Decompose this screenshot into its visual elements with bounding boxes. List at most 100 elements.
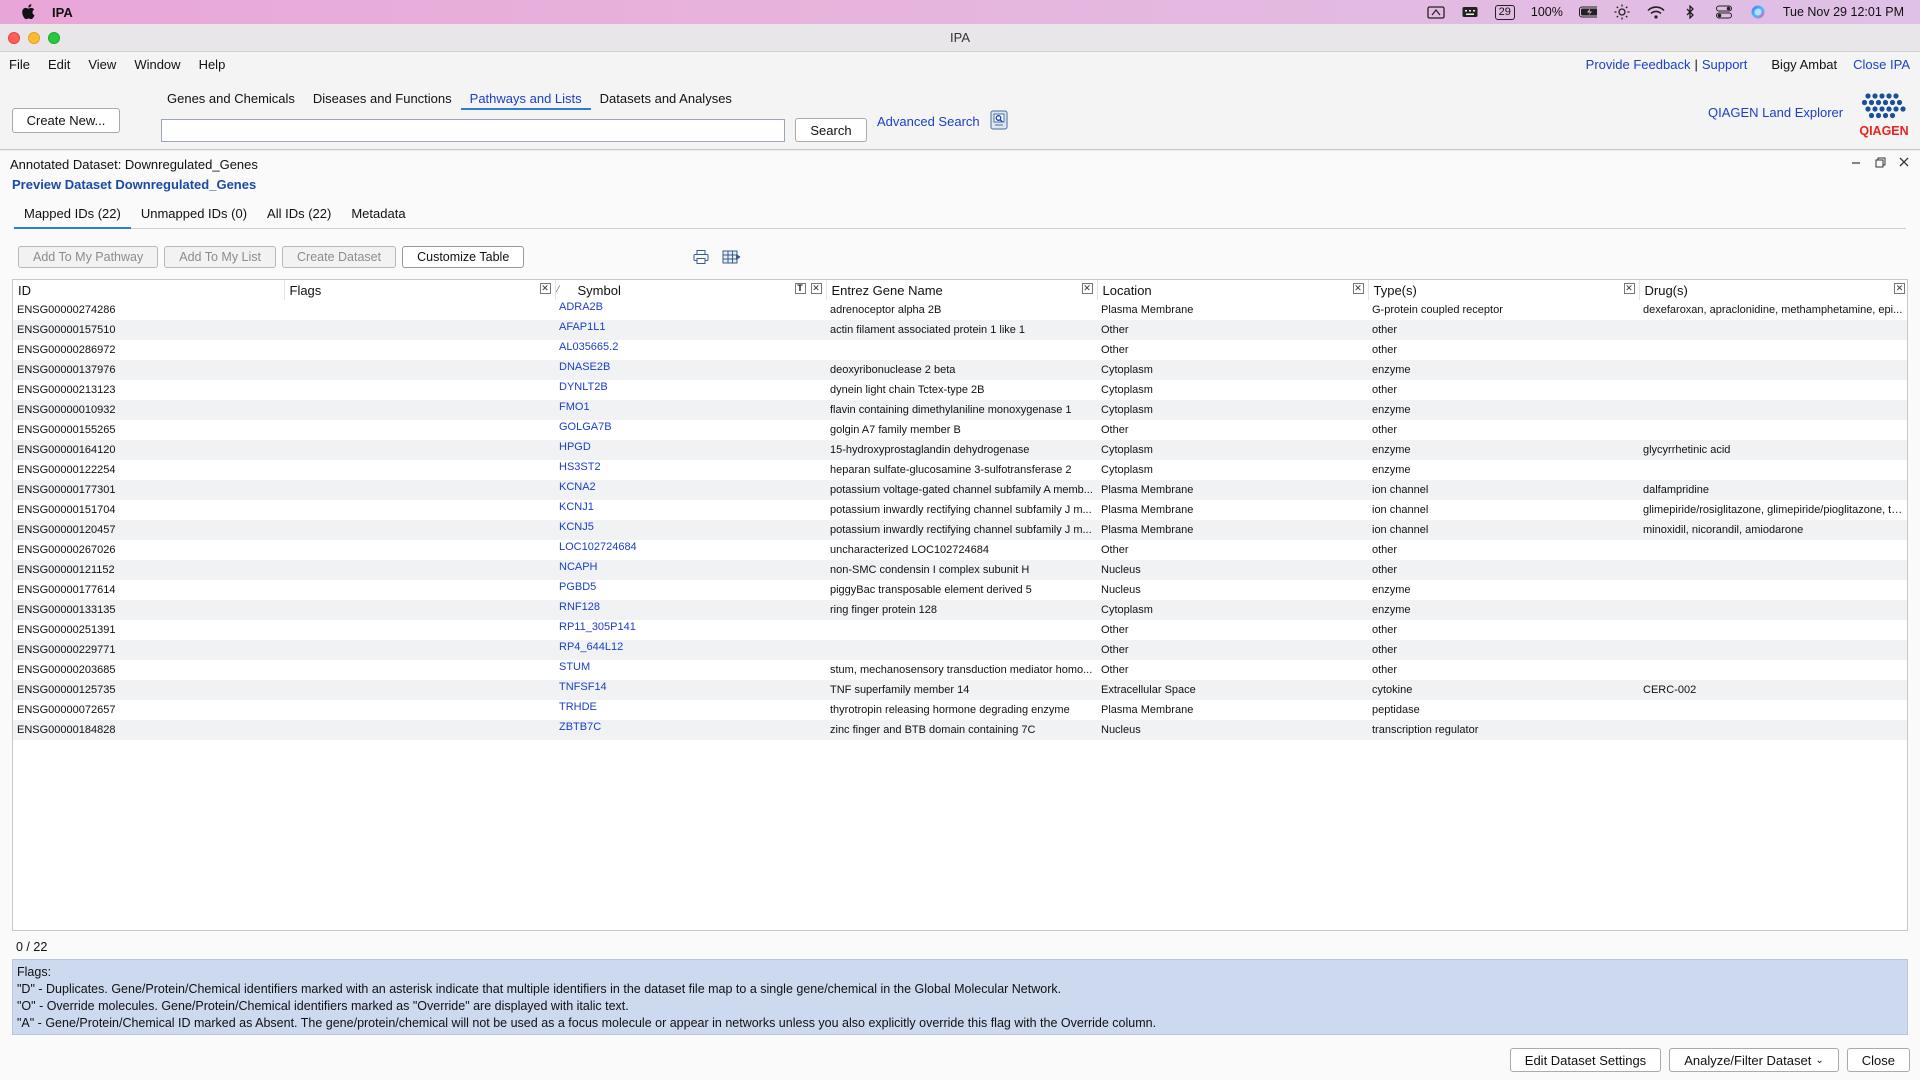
cell-symbol[interactable]: LOC102724684 [555, 540, 826, 560]
filter-column-icon[interactable]: T [794, 283, 806, 294]
calendar-badge[interactable]: 29 [1494, 4, 1515, 20]
create-dataset-button[interactable]: Create Dataset [282, 246, 397, 268]
remove-column-icon[interactable]: ✕ [1352, 283, 1364, 294]
tab-datasets-and-analyses[interactable]: Datasets and Analyses [591, 88, 741, 110]
remove-column-icon[interactable]: ✕ [1081, 283, 1093, 294]
restore-icon[interactable] [1874, 155, 1886, 169]
tab-unmapped-ids[interactable]: Unmapped IDs (0) [131, 203, 257, 229]
menu-window[interactable]: Window [125, 57, 189, 72]
bluetooth-icon[interactable] [1681, 5, 1699, 19]
column-header-location[interactable]: Location ✕ [1097, 280, 1369, 300]
control-center-icon[interactable] [1715, 5, 1733, 19]
close-button[interactable]: Close [1846, 1048, 1910, 1072]
cell-symbol[interactable]: KCNJ5 [555, 520, 826, 540]
table-row[interactable]: ENSG00000184828 ZBTB7C zinc finger and BTB… [13, 720, 1907, 740]
table-row[interactable]: ENSG00000137976 DNASE2B deoxyribonuclease … [13, 360, 1907, 380]
tab-mapped-ids[interactable]: Mapped IDs (22) [14, 203, 131, 229]
cell-symbol[interactable]: AFAP1L1 [555, 320, 826, 340]
add-to-my-list-button[interactable]: Add To My List [164, 246, 277, 268]
table-row[interactable]: ENSG00000121152 NCAPH non-SMC condensin I … [13, 560, 1907, 580]
column-header-flags[interactable]: Flags ✕ [284, 280, 556, 300]
column-header-id[interactable]: ID [13, 280, 285, 300]
cell-symbol[interactable]: HPGD [555, 440, 826, 460]
analyze-filter-dataset-button[interactable]: Analyze/Filter Dataset ⌄ [1669, 1048, 1839, 1072]
column-header-types[interactable]: Type(s) ✕ [1368, 280, 1640, 300]
remove-column-icon[interactable]: ✕ [1623, 283, 1635, 294]
search-button[interactable]: Search [795, 118, 867, 142]
cell-symbol[interactable]: TNFSF14 [555, 680, 826, 700]
cell-symbol[interactable]: RP4_644L12 [555, 640, 826, 660]
table-row[interactable]: ENSG00000267026 LOC102724684 uncharacteriz… [13, 540, 1907, 560]
advanced-search-icon[interactable] [990, 110, 1008, 133]
tab-all-ids[interactable]: All IDs (22) [257, 203, 341, 229]
table-row[interactable]: ENSG00000251391 RP11_305P141 Other other [13, 620, 1907, 640]
table-row[interactable]: ENSG00000177614 PGBD5 piggyBac transposabl… [13, 580, 1907, 600]
support-link[interactable]: Support [1702, 57, 1748, 72]
screen-mirror-icon[interactable] [1426, 5, 1445, 19]
cell-symbol[interactable]: ZBTB7C [555, 720, 826, 740]
customize-table-button[interactable]: Customize Table [402, 246, 525, 268]
table-row[interactable]: ENSG00000229771 RP4_644L12 Other other [13, 640, 1907, 660]
zoom-window-button[interactable] [48, 32, 60, 44]
siri-icon[interactable] [1749, 5, 1767, 19]
menu-file[interactable]: File [0, 57, 39, 72]
close-icon[interactable] [1898, 155, 1910, 169]
table-row[interactable]: ENSG00000157510 AFAP1L1 actin filament ass… [13, 320, 1907, 340]
clock[interactable]: Tue Nov 29 12:01 PM [1783, 5, 1904, 19]
cell-symbol[interactable]: PGBD5 [555, 580, 826, 600]
table-row[interactable]: ENSG00000072657 TRHDE thyrotropin releasin… [13, 700, 1907, 720]
export-table-icon[interactable] [722, 248, 740, 266]
cell-symbol[interactable]: GOLGA7B [555, 420, 826, 440]
remove-column-icon[interactable]: ✕ [1894, 283, 1905, 294]
cell-symbol[interactable]: NCAPH [555, 560, 826, 580]
table-row[interactable]: ENSG00000151704 KCNJ1 potassium inwardly r… [13, 500, 1907, 520]
apple-icon[interactable] [20, 4, 36, 20]
cell-symbol[interactable]: DYNLT2B [555, 380, 826, 400]
table-row[interactable]: ENSG00000010932 FMO1 flavin containing dim… [13, 400, 1907, 420]
table-row[interactable]: ENSG00000164120 HPGD 15-hydroxyprostagland… [13, 440, 1907, 460]
active-app-name[interactable]: IPA [52, 5, 73, 20]
tab-diseases-and-functions[interactable]: Diseases and Functions [304, 88, 461, 110]
tab-genes-and-chemicals[interactable]: Genes and Chemicals [158, 88, 304, 110]
menu-view[interactable]: View [79, 57, 125, 72]
table-row[interactable]: ENSG00000213123 DYNLT2B dynein light chain… [13, 380, 1907, 400]
table-row[interactable]: ENSG00000133135 RNF128 ring finger protein… [13, 600, 1907, 620]
close-window-button[interactable] [8, 32, 20, 44]
cell-symbol[interactable]: RNF128 [555, 600, 826, 620]
cell-symbol[interactable]: DNASE2B [555, 360, 826, 380]
advanced-search-link[interactable]: Advanced Search [877, 114, 980, 129]
remove-column-icon[interactable]: ✕ [539, 283, 551, 294]
battery-icon[interactable] [1578, 5, 1597, 19]
keyboard-icon[interactable] [1461, 5, 1479, 19]
close-ipa-link[interactable]: Close IPA [1853, 57, 1910, 72]
minimize-icon[interactable] [1850, 155, 1862, 169]
cell-symbol[interactable]: KCNJ1 [555, 500, 826, 520]
table-row[interactable]: ENSG00000203685 STUM stum, mechanosensory … [13, 660, 1907, 680]
search-input[interactable] [161, 119, 785, 142]
column-header-drugs[interactable]: Drug(s) ✕ [1639, 280, 1907, 300]
menu-help[interactable]: Help [190, 57, 235, 72]
table-row[interactable]: ENSG00000177301 KCNA2 potassium voltage-ga… [13, 480, 1907, 500]
table-row[interactable]: ENSG00000286972 AL035665.2 Other other [13, 340, 1907, 360]
cell-symbol[interactable]: KCNA2 [555, 480, 826, 500]
brightness-icon[interactable] [1613, 4, 1631, 20]
qiagen-land-explorer-link[interactable]: QIAGEN Land Explorer [1708, 105, 1843, 120]
cell-symbol[interactable]: HS3ST2 [555, 460, 826, 480]
column-header-symbol[interactable]: ⁄ Symbol T ✕ [555, 280, 827, 300]
minimize-window-button[interactable] [28, 32, 40, 44]
tab-pathways-and-lists[interactable]: Pathways and Lists [460, 88, 591, 110]
cell-symbol[interactable]: FMO1 [555, 400, 826, 420]
table-row[interactable]: ENSG00000120457 KCNJ5 potassium inwardly r… [13, 520, 1907, 540]
table-row[interactable]: ENSG00000274286 ADRA2B adrenoceptor alpha … [13, 300, 1907, 320]
edit-dataset-settings-button[interactable]: Edit Dataset Settings [1509, 1048, 1662, 1072]
cell-symbol[interactable]: AL035665.2 [555, 340, 826, 360]
tab-metadata[interactable]: Metadata [341, 203, 415, 229]
wifi-icon[interactable] [1647, 5, 1665, 19]
cell-symbol[interactable]: TRHDE [555, 700, 826, 720]
provide-feedback-link[interactable]: Provide Feedback [1586, 57, 1691, 72]
print-icon[interactable] [692, 248, 710, 266]
menu-edit[interactable]: Edit [39, 57, 79, 72]
remove-column-icon[interactable]: ✕ [810, 283, 822, 294]
cell-symbol[interactable]: STUM [555, 660, 826, 680]
table-row[interactable]: ENSG00000155265 GOLGA7B golgin A7 family m… [13, 420, 1907, 440]
